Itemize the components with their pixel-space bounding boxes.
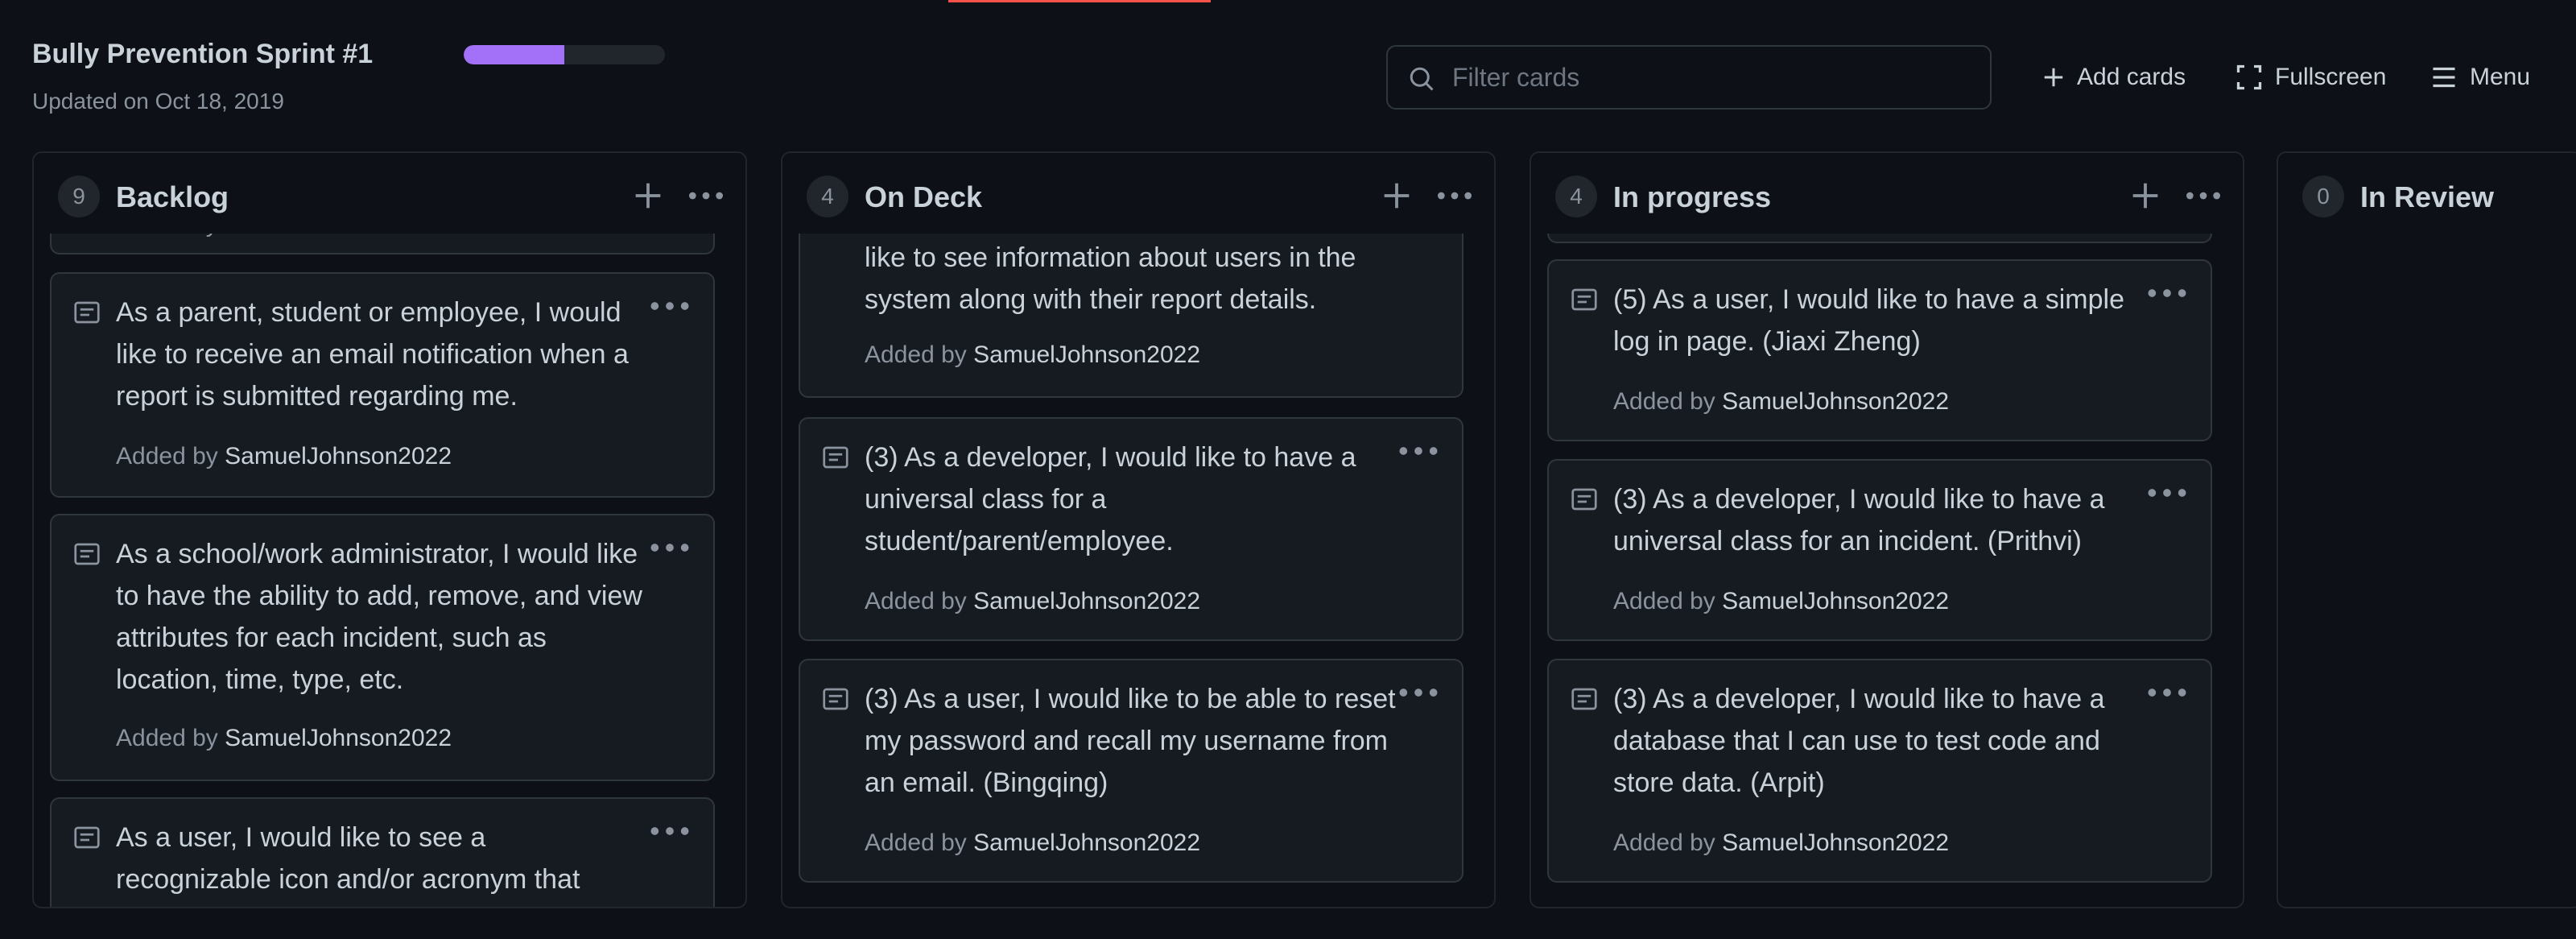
fullscreen-label: Fullscreen (2275, 64, 2387, 90)
menu-label: Menu (2470, 64, 2531, 90)
column-name: In Review (2360, 180, 2495, 213)
column-card-count: 9 (58, 176, 100, 217)
column-name: On Deck (865, 180, 983, 213)
column-header: 0 In Review (2278, 153, 2576, 234)
card-added-by: Added by SamuelJohnson2022 (1613, 388, 1950, 415)
card[interactable]: (3) As a developer, I would like to have… (1547, 659, 2212, 883)
project-title: Bully Prevention Sprint #1 (32, 39, 374, 69)
search-icon (1410, 67, 1434, 91)
column-card-count: 4 (807, 176, 848, 217)
card-more-options-icon[interactable] (647, 532, 692, 564)
note-icon (1571, 688, 1597, 710)
column-more-options-icon[interactable] (2183, 177, 2223, 214)
card-added-by: Added by SamuelJohnson2022 (865, 588, 1201, 614)
card[interactable]: like to see information about users in t… (799, 217, 1463, 398)
search-input[interactable] (1452, 55, 1967, 100)
column-more-options-icon[interactable] (1435, 177, 1475, 214)
hamburger-menu-icon (2433, 67, 2455, 88)
card-added-by: Added by SamuelJohnson2022 (865, 341, 1201, 368)
card-more-options-icon[interactable] (2145, 477, 2190, 509)
card-title: (5) As a user, I would like to have a si… (1613, 284, 2124, 357)
card-added-by: Added by SamuelJohnson2022 (1613, 829, 1950, 856)
note-icon (74, 301, 100, 324)
card[interactable]: As a parent, student or employee, I woul… (50, 272, 715, 498)
card-more-options-icon[interactable] (647, 290, 692, 322)
card-title: (3) As a user, I would like to be able t… (865, 684, 1396, 798)
add-card-plus-icon[interactable] (1378, 177, 1415, 214)
column-header: 9 Backlog (34, 153, 745, 234)
project-header: Bully Prevention Sprint #1 Updated on Oc… (0, 0, 2576, 145)
column-header: 4 In progress (1531, 153, 2243, 234)
card-added-by: Added by SamuelJohnson2022 (116, 725, 452, 751)
card-title: (3) As a developer, I would like to have… (865, 442, 1356, 556)
column-backlog: 9 Backlog Added by SamuelJohnson2022 As … (32, 151, 747, 908)
filter-cards-search[interactable] (1386, 45, 1992, 110)
column-header: 4 On Deck (782, 153, 1494, 234)
column-more-options-icon[interactable] (686, 177, 726, 214)
note-icon (1571, 288, 1597, 311)
add-cards-button[interactable]: Add cards (2041, 60, 2186, 95)
plus-icon (2044, 68, 2063, 87)
card-added-by: Added by SamuelJohnson2022 (865, 829, 1201, 856)
fullscreen-icon (2236, 64, 2262, 90)
card-added-by: Added by SamuelJohnson2022 (1613, 588, 1950, 614)
column-name: Backlog (116, 180, 229, 213)
menu-button[interactable]: Menu (2429, 60, 2530, 95)
card[interactable]: (5) As a user, I would like to have a si… (1547, 259, 2212, 441)
note-icon (823, 446, 848, 469)
column-on-deck: 4 On Deck like to see information about … (781, 151, 1496, 908)
card-title: As a user, I would like to see a recogni… (116, 822, 580, 895)
card[interactable]: As a school/work administrator, I would … (50, 514, 715, 781)
note-icon (74, 826, 100, 849)
card[interactable]: (3) As a user, I would like to be able t… (799, 659, 1463, 883)
add-card-plus-icon[interactable] (630, 177, 667, 214)
fullscreen-button[interactable]: Fullscreen (2235, 60, 2386, 95)
column-in-review: 0 In Review (2277, 151, 2576, 908)
add-card-plus-icon[interactable] (2127, 177, 2164, 214)
project-progress-bar (464, 45, 665, 64)
card-more-options-icon[interactable] (1396, 676, 1441, 709)
card-title: (3) As a developer, I would like to have… (1613, 484, 2105, 556)
card-title: (3) As a developer, I would like to have… (1613, 684, 2105, 798)
card-title: As a school/work administrator, I would … (116, 539, 642, 695)
project-progress-fill (464, 45, 564, 64)
note-icon (823, 688, 848, 710)
card-added-by: Added by SamuelJohnson2022 (116, 443, 452, 470)
column-name: In progress (1613, 180, 1772, 213)
note-icon (74, 543, 100, 565)
card-more-options-icon[interactable] (647, 815, 692, 847)
project-updated-date: Updated on Oct 18, 2019 (32, 89, 284, 114)
card[interactable]: (3) As a developer, I would like to have… (799, 417, 1463, 641)
add-cards-label: Add cards (2077, 64, 2186, 90)
card[interactable]: (3) As a developer, I would like to have… (1547, 459, 2212, 641)
card-title: like to see information about users in t… (865, 242, 1356, 315)
column-card-count: 0 (2302, 176, 2344, 217)
card-more-options-icon[interactable] (2145, 277, 2190, 309)
card[interactable]: As a user, I would like to see a recogni… (50, 797, 715, 907)
card-more-options-icon[interactable] (1396, 435, 1441, 467)
column-card-count: 4 (1555, 176, 1597, 217)
card-more-options-icon[interactable] (2145, 676, 2190, 709)
card-title: As a parent, student or employee, I woul… (116, 297, 629, 412)
note-icon (1571, 488, 1597, 511)
column-in-progress: 4 In progress (5) As a user, I would lik… (1530, 151, 2244, 908)
